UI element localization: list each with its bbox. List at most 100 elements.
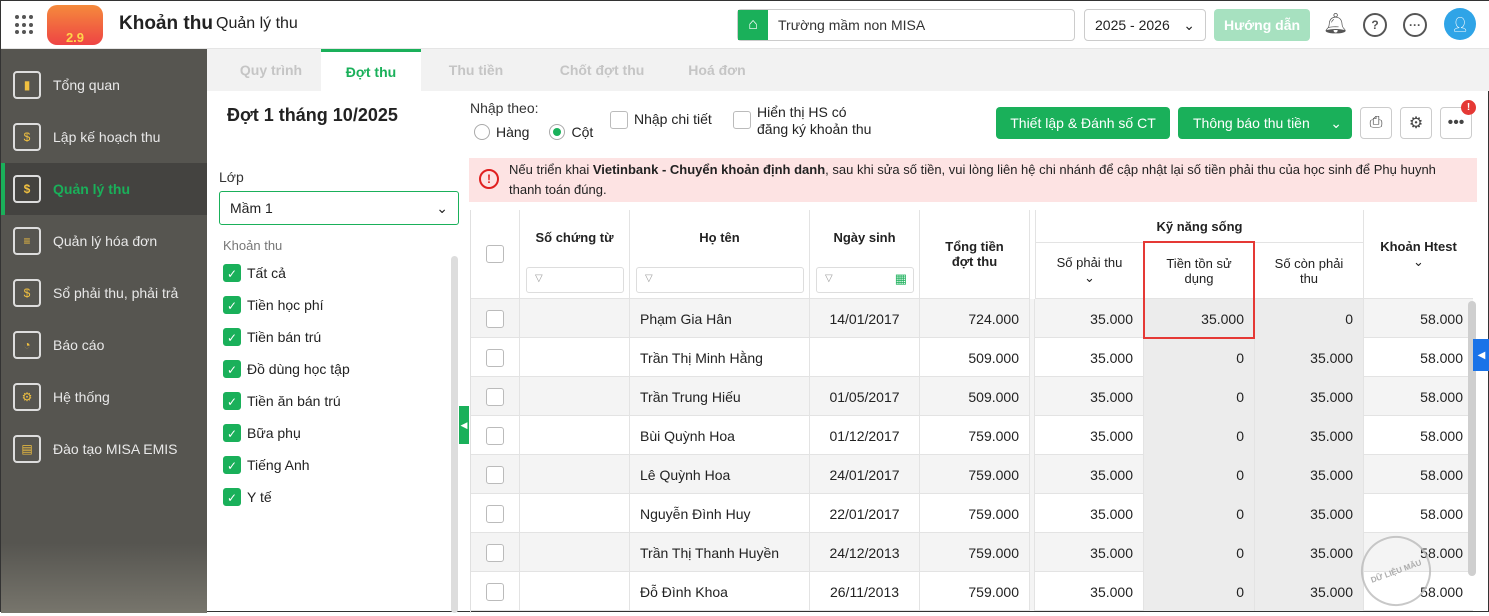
table-row[interactable]: Bùi Quỳnh Hoa 01/12/2017 759.000 35.000 0 35.… — [471, 416, 1473, 455]
fee-checkbox-item[interactable]: ✓ Tiền bán trú — [223, 321, 350, 353]
checkbox-checked[interactable]: ✓ — [223, 456, 241, 474]
help-icon[interactable]: ? — [1363, 13, 1387, 37]
table-row[interactable]: Nguyễn Đình Huy 22/01/2017 759.000 35.000 0 3… — [471, 494, 1473, 533]
checkbox-checked[interactable]: ✓ — [223, 328, 241, 346]
table-row[interactable]: Phạm Gia Hân 14/01/2017 724.000 35.000 35.00… — [471, 299, 1473, 338]
used-cell[interactable]: 0 — [1144, 572, 1255, 611]
school-selector[interactable]: ⌂ Trường mầm non MISA — [737, 9, 1075, 41]
bell-icon[interactable]: 🔔︎ — [1323, 11, 1348, 36]
table-row[interactable]: Lê Quỳnh Hoa 24/01/2017 759.000 35.000 0 35.0… — [471, 455, 1473, 494]
used-cell[interactable]: 0 — [1144, 377, 1255, 416]
row-checkbox[interactable] — [486, 465, 504, 484]
checkbox-checked[interactable]: ✓ — [223, 296, 241, 314]
tab-quy-trinh[interactable]: Quy trình — [221, 49, 321, 91]
fee-list-scrollbar[interactable] — [451, 256, 458, 613]
htest-cell[interactable]: 58.000 — [1364, 494, 1473, 533]
fee-checkbox-item[interactable]: ✓ Đồ dùng học tập — [223, 353, 350, 385]
doc-no-filter-input[interactable]: ▽ — [526, 267, 624, 293]
table-row[interactable]: Trần Thị Thanh Huyền 24/12/2013 759.000 35.… — [471, 533, 1473, 572]
fee-checkbox-item[interactable]: ✓ Tiếng Anh — [223, 449, 350, 481]
table-row[interactable]: Trần Thị Minh Hằng 509.000 35.000 0 35.000 58… — [471, 338, 1473, 377]
table-row[interactable]: Trần Trung Hiếu 01/05/2017 509.000 35.000 0 3… — [471, 377, 1473, 416]
print-icon[interactable]: ⎙ — [1360, 107, 1392, 139]
payable-cell[interactable]: 35.000 — [1035, 572, 1144, 611]
chevron-down-icon[interactable]: ⌄ — [1084, 270, 1095, 286]
chevron-down-icon[interactable]: ⌄ — [1413, 254, 1424, 270]
checkbox-checked[interactable]: ✓ — [223, 264, 241, 282]
table-row[interactable]: Đỗ Đình Khoa 26/11/2013 759.000 35.000 0 35.0… — [471, 572, 1473, 611]
row-checkbox[interactable] — [486, 582, 504, 601]
row-checkbox[interactable] — [486, 387, 504, 406]
fee-checkbox-item[interactable]: ✓ Y tế — [223, 481, 350, 513]
dob-filter-input[interactable]: ▽ ▦ — [816, 267, 914, 293]
sidebar-item-7[interactable]: ▤ Đào tạo MISA EMIS — [1, 423, 207, 475]
tab-thu-tien[interactable]: Thu tiền — [426, 49, 526, 91]
row-checkbox[interactable] — [486, 348, 504, 367]
fee-checkbox-item[interactable]: ✓ Tiền học phí — [223, 289, 350, 321]
radio-column[interactable] — [549, 124, 566, 140]
row-checkbox[interactable] — [486, 504, 504, 523]
guide-button[interactable]: Hướng dẫn — [1214, 9, 1310, 41]
fee-checkbox-item[interactable]: ✓ Tất cả — [223, 257, 350, 289]
chevron-down-icon[interactable]: ⌄ — [1330, 115, 1342, 132]
checkbox-checked[interactable]: ✓ — [223, 424, 241, 442]
doc-no-cell[interactable] — [520, 533, 630, 572]
apps-grid-icon[interactable] — [15, 15, 35, 35]
fee-checkbox-item[interactable]: ✓ Tiền ăn bán trú — [223, 385, 350, 417]
used-cell[interactable]: 0 — [1144, 455, 1255, 494]
select-all-checkbox[interactable] — [486, 245, 504, 263]
more-icon[interactable]: ··· — [1403, 13, 1427, 37]
htest-cell[interactable]: 58.000 — [1364, 299, 1473, 338]
gear-icon[interactable]: ⚙ — [1400, 107, 1432, 139]
name-filter-input[interactable]: ▽ — [636, 267, 804, 293]
htest-cell[interactable]: 58.000 — [1364, 377, 1473, 416]
payable-cell[interactable]: 35.000 — [1035, 455, 1144, 494]
sidebar-item-1[interactable]: $ Lập kế hoạch thu — [1, 111, 207, 163]
doc-no-cell[interactable] — [520, 299, 630, 338]
setup-numbering-button[interactable]: Thiết lập & Đánh số CT — [996, 107, 1170, 139]
payable-cell[interactable]: 35.000 — [1035, 533, 1144, 572]
tab-chot-dot-thu[interactable]: Chốt đợt thu — [547, 49, 657, 91]
doc-no-cell[interactable] — [520, 572, 630, 611]
year-select[interactable]: 2025 - 2026 ⌄ — [1084, 9, 1206, 41]
avatar[interactable]: 👤︎ — [1444, 8, 1476, 40]
used-cell[interactable]: 0 — [1144, 338, 1255, 377]
tab-dot-thu[interactable]: Đợt thu — [321, 49, 421, 91]
sidebar-item-6[interactable]: ⚙ Hệ thống — [1, 371, 207, 423]
payable-cell[interactable]: 35.000 — [1035, 377, 1144, 416]
used-cell[interactable]: 0 — [1144, 416, 1255, 455]
used-cell[interactable]: 35.000 — [1144, 299, 1255, 338]
payable-cell[interactable]: 35.000 — [1035, 299, 1144, 338]
doc-no-cell[interactable] — [520, 494, 630, 533]
sidebar-item-3[interactable]: ≡ Quản lý hóa đơn — [1, 215, 207, 267]
sidebar-item-5[interactable]: ◔ Báo cáo — [1, 319, 207, 371]
doc-no-cell[interactable] — [520, 455, 630, 494]
fee-checkbox-item[interactable]: ✓ Bữa phụ — [223, 417, 350, 449]
class-select[interactable]: Mầm 1 ⌄ — [219, 191, 459, 225]
radio-row[interactable] — [474, 124, 490, 140]
show-registered-checkbox[interactable]: Hiển thị HS có đăng ký khoản thu — [733, 104, 871, 138]
htest-cell[interactable]: 58.000 — [1364, 338, 1473, 377]
sidebar-item-0[interactable]: ▮ Tổng quan — [1, 59, 207, 111]
detail-checkbox[interactable]: Nhập chi tiết — [610, 111, 712, 129]
notify-payment-button[interactable]: Thông báo thu tiền ⌄ — [1178, 107, 1352, 139]
row-checkbox[interactable] — [486, 543, 504, 562]
checkbox-checked[interactable]: ✓ — [223, 360, 241, 378]
payable-cell[interactable]: 35.000 — [1035, 494, 1144, 533]
doc-no-cell[interactable] — [520, 338, 630, 377]
expand-right-panel-button[interactable]: ◀ — [1473, 339, 1489, 371]
collapse-left-panel-button[interactable]: ◀ — [459, 406, 469, 444]
used-cell[interactable]: 0 — [1144, 494, 1255, 533]
payable-cell[interactable]: 35.000 — [1035, 338, 1144, 377]
sidebar-item-2[interactable]: $ Quản lý thu — [1, 163, 207, 215]
htest-cell[interactable]: 58.000 — [1364, 416, 1473, 455]
row-checkbox[interactable] — [486, 426, 504, 445]
tab-hoa-don[interactable]: Hoá đơn — [667, 49, 767, 91]
checkbox-checked[interactable]: ✓ — [223, 392, 241, 410]
doc-no-cell[interactable] — [520, 377, 630, 416]
checkbox-checked[interactable]: ✓ — [223, 488, 241, 506]
used-cell[interactable]: 0 — [1144, 533, 1255, 572]
doc-no-cell[interactable] — [520, 416, 630, 455]
payable-cell[interactable]: 35.000 — [1035, 416, 1144, 455]
sidebar-item-4[interactable]: $ Sổ phải thu, phải trả — [1, 267, 207, 319]
